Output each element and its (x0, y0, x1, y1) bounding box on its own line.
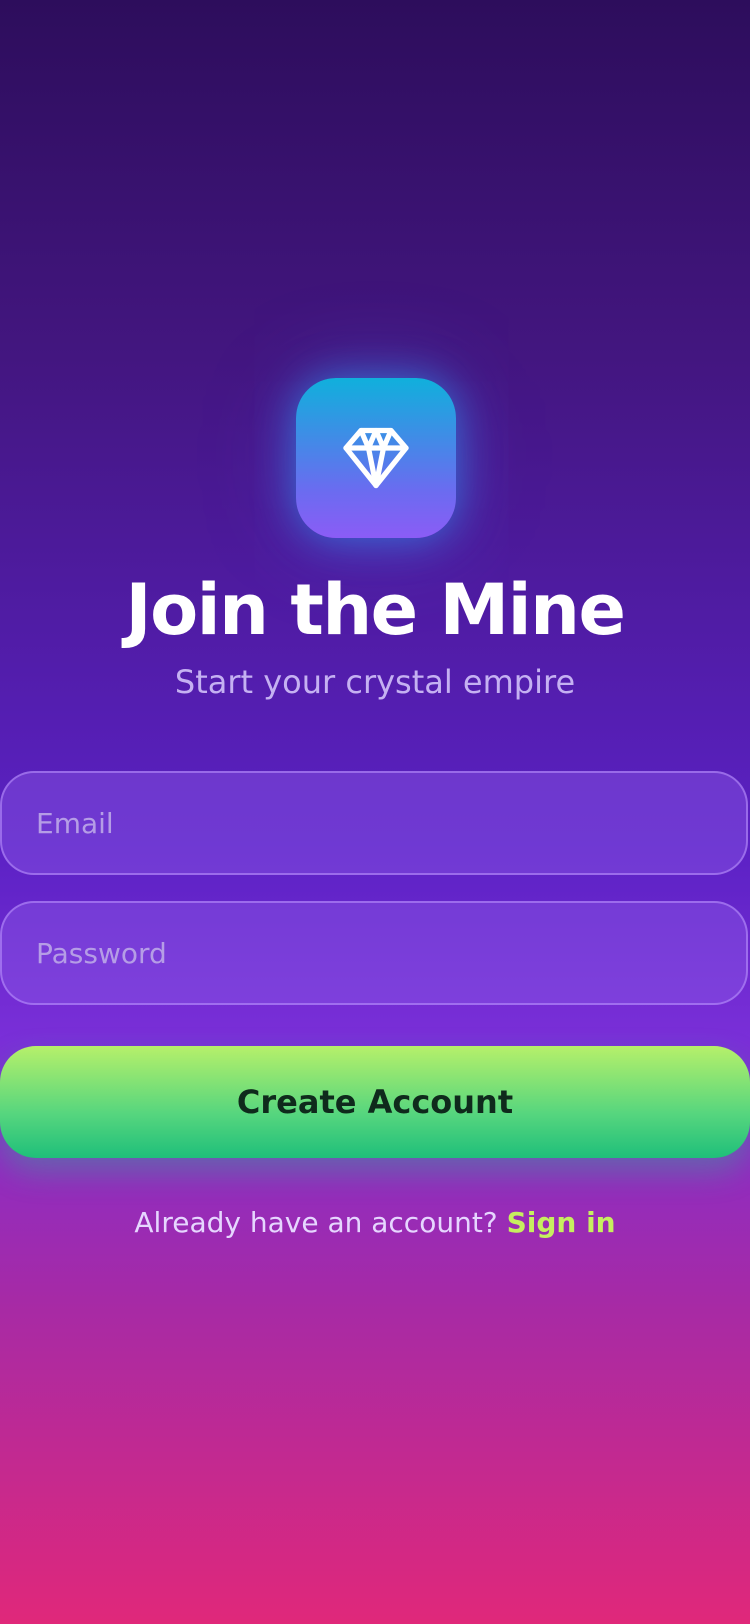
signup-screen: Join the Mine Start your crystal empire … (0, 0, 750, 1624)
password-field[interactable] (0, 901, 748, 1005)
signin-prompt-row: Already have an account? Sign in (0, 1206, 750, 1239)
signin-prompt-text: Already have an account? (134, 1206, 498, 1239)
page-title: Join the Mine (125, 569, 626, 651)
app-logo (296, 378, 456, 538)
signin-link[interactable]: Sign in (507, 1206, 616, 1239)
create-account-button[interactable]: Create Account (0, 1046, 750, 1158)
page-subtitle: Start your crystal empire (174, 663, 576, 701)
diamond-icon (343, 427, 409, 489)
email-field[interactable] (0, 771, 748, 875)
